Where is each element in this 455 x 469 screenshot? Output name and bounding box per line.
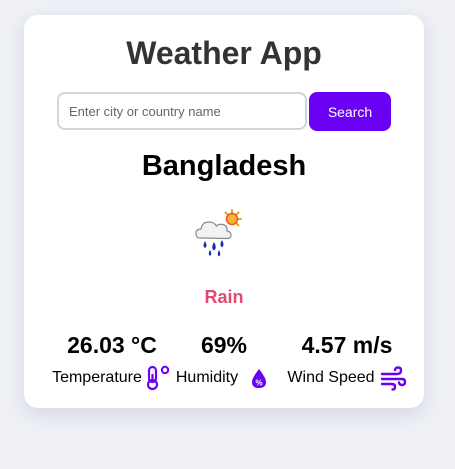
app-title: Weather App: [126, 35, 322, 71]
search-button[interactable]: Search: [309, 92, 391, 131]
temperature-stat: 26.03 °C Temperature: [42, 330, 182, 391]
wind-label: Wind Speed: [287, 369, 375, 386]
weather-card: Weather App Search Bangladesh Rain 26.03…: [24, 15, 424, 408]
location-name: Bangladesh: [141, 150, 307, 182]
temperature-label: Temperature: [52, 369, 142, 386]
wind-stat: 4.57 m/s Wind Speed: [282, 330, 412, 391]
weather-condition: Rain: [204, 287, 244, 307]
thermometer-icon: [146, 365, 170, 391]
wind-value: 4.57 m/s: [301, 332, 393, 358]
search-input[interactable]: [57, 92, 307, 130]
humidity-stat: 69% Humidity %: [169, 330, 279, 391]
humidity-label: Humidity: [175, 369, 239, 386]
wind-icon: [380, 366, 406, 391]
temperature-value: 26.03 °C: [67, 332, 157, 358]
svg-text:%: %: [256, 379, 263, 388]
humidity-value: 69%: [200, 332, 248, 358]
humidity-drop-icon: %: [252, 369, 267, 388]
rain-sun-cloud-icon: [195, 209, 242, 257]
